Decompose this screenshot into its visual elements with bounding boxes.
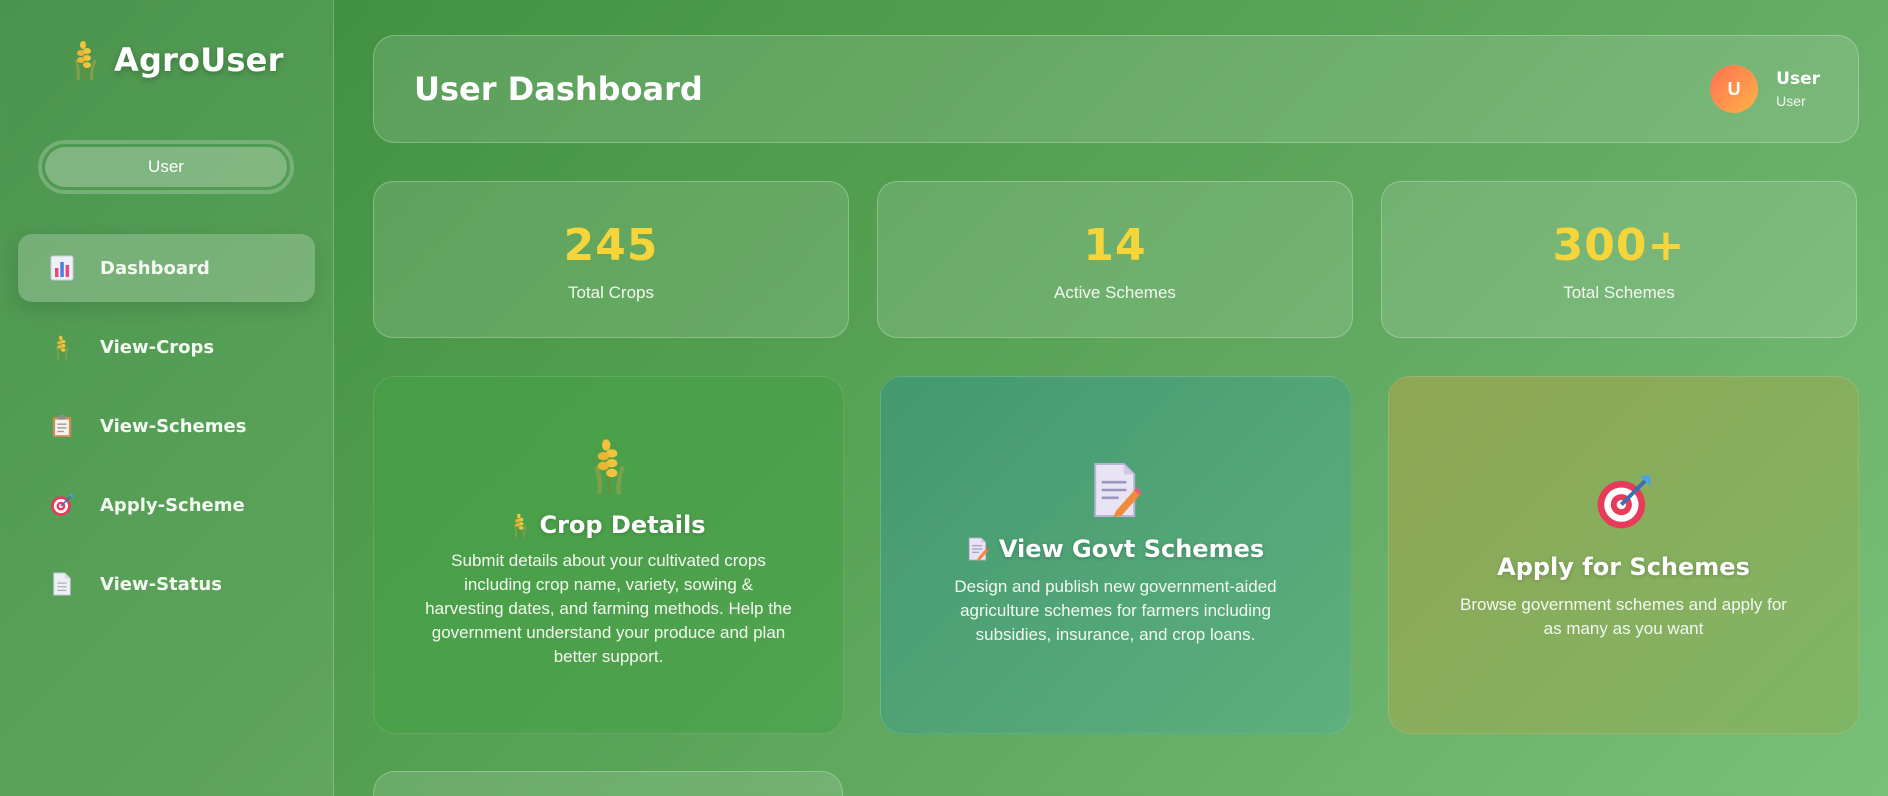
user-role: User (1776, 93, 1806, 109)
stat-card-total-schemes: 300+ Total Schemes (1381, 181, 1857, 338)
card-partial (373, 771, 843, 796)
sidebar-item-label: Dashboard (100, 257, 210, 279)
role-label: User (45, 147, 287, 187)
memo-icon (881, 461, 1350, 519)
stat-label: Active Schemes (1054, 283, 1176, 302)
brand-name: AgroUser (114, 41, 284, 79)
header: User Dashboard U User User (373, 35, 1859, 143)
card-description: Submit details about your cultivated cro… (425, 551, 792, 666)
document-icon (50, 571, 74, 597)
sidebar-item-view-schemes[interactable]: View-Schemes (18, 392, 315, 460)
user-menu[interactable]: U User User (1710, 65, 1820, 113)
target-icon (50, 492, 74, 518)
user-info: User User (1776, 69, 1820, 109)
wheat-icon (70, 40, 100, 80)
sidebar-item-view-status[interactable]: View-Status (18, 550, 315, 618)
sidebar-item-label: Apply-Scheme (100, 494, 245, 516)
wheat-icon (374, 435, 843, 497)
wheat-icon (50, 334, 74, 360)
clipboard-icon (50, 413, 74, 439)
avatar[interactable]: U (1710, 65, 1759, 113)
bar-chart-icon (50, 255, 74, 281)
card-title: View Govt Schemes (881, 535, 1350, 563)
role-badge: User (38, 140, 294, 194)
stat-value: 14 (1083, 220, 1147, 271)
card-title-text: Crop Details (539, 511, 706, 539)
card-title: Apply for Schemes (1389, 553, 1858, 581)
stat-card-total-crops: 245 Total Crops (373, 181, 849, 338)
stat-label: Total Schemes (1563, 283, 1675, 302)
card-description: Browse government schemes and apply for … (1460, 595, 1787, 638)
card-title: Crop Details (374, 511, 843, 539)
stat-label: Total Crops (568, 283, 654, 302)
stat-card-active-schemes: 14 Active Schemes (877, 181, 1353, 338)
user-name: User (1776, 69, 1820, 89)
target-icon (1389, 473, 1858, 531)
stat-value: 245 (563, 220, 659, 271)
card-view-govt-schemes[interactable]: View Govt Schemes Design and publish new… (880, 376, 1351, 734)
sidebar-item-label: View-Crops (100, 336, 215, 358)
page-title: User Dashboard (414, 70, 703, 108)
stat-value: 300+ (1552, 220, 1686, 271)
card-apply-for-schemes[interactable]: Apply for Schemes Browse government sche… (1388, 376, 1859, 734)
sidebar: AgroUser User Dashboard View-Crops View-… (0, 0, 334, 796)
memo-icon (967, 537, 989, 561)
sidebar-item-label: View-Status (100, 573, 222, 595)
card-description: Design and publish new government-aided … (954, 577, 1277, 644)
card-title-text: View Govt Schemes (998, 535, 1265, 563)
sidebar-item-view-crops[interactable]: View-Crops (18, 313, 315, 381)
sidebar-item-apply-scheme[interactable]: Apply-Scheme (18, 471, 315, 539)
card-crop-details[interactable]: Crop Details Submit details about your c… (373, 376, 844, 734)
card-title-text: Apply for Schemes (1497, 553, 1750, 581)
sidebar-item-label: View-Schemes (100, 415, 247, 437)
brand[interactable]: AgroUser (70, 38, 284, 82)
sidebar-item-dashboard[interactable]: Dashboard (18, 234, 315, 302)
wheat-icon (511, 512, 529, 538)
sidebar-nav: Dashboard View-Crops View-Schemes Apply-… (18, 234, 315, 629)
